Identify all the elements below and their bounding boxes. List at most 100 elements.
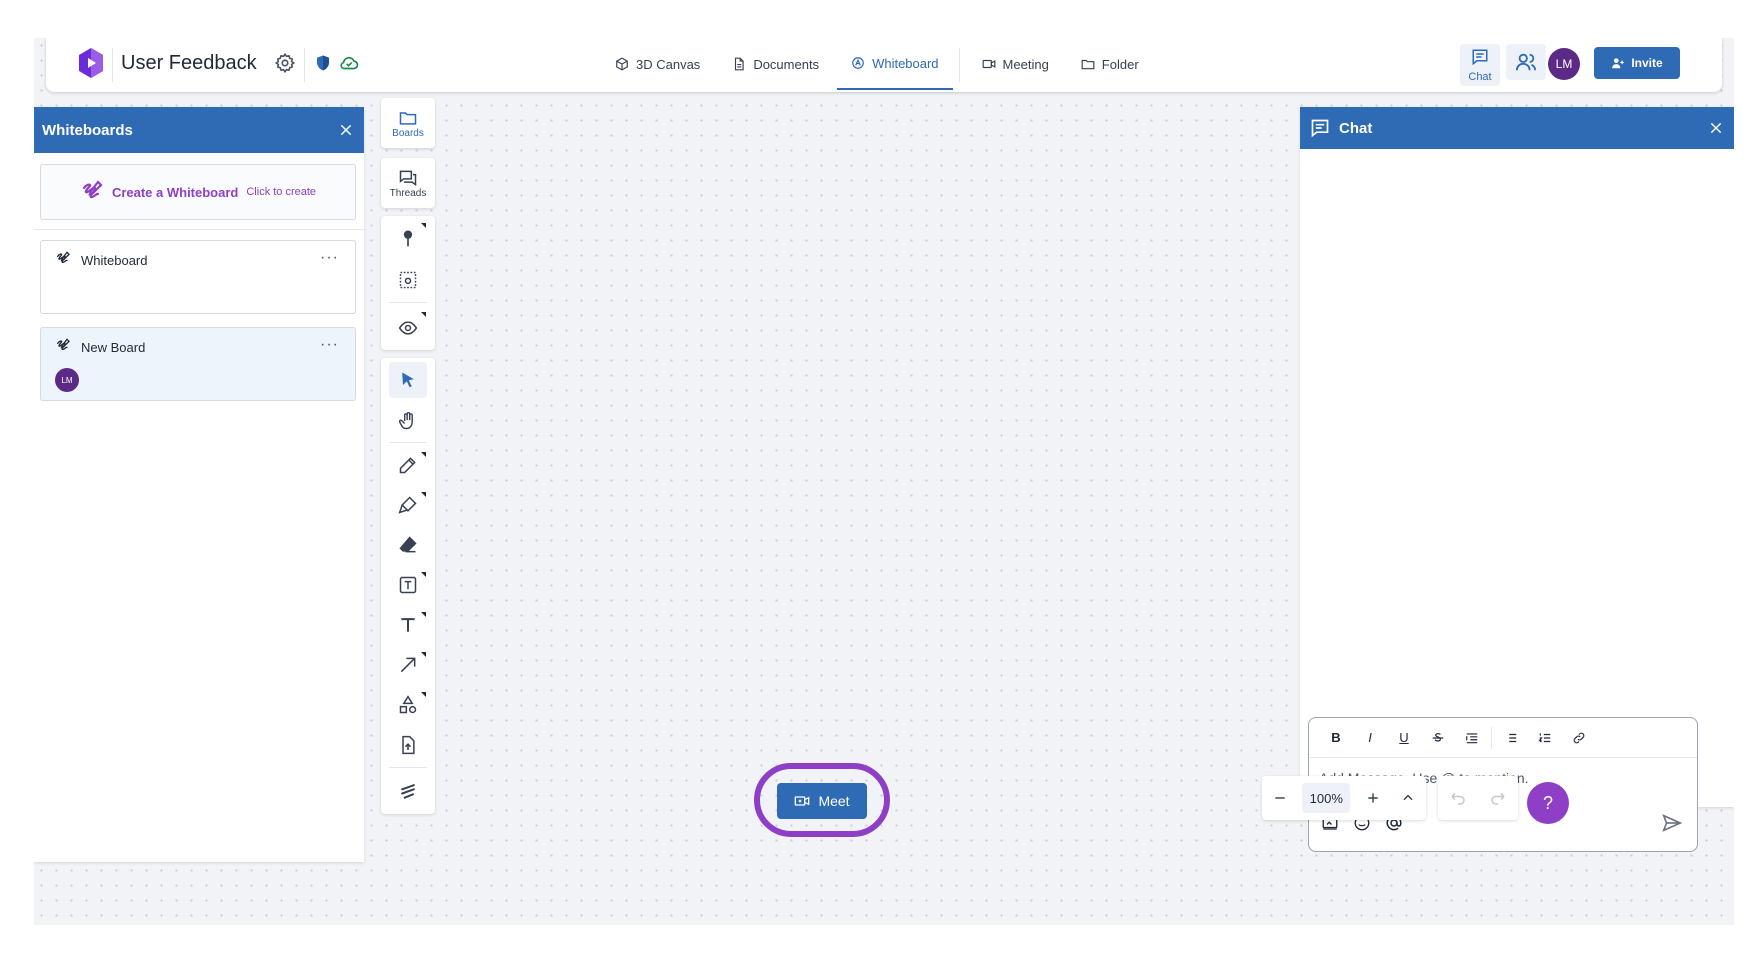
header-divider: [112, 48, 113, 82]
shapes-tool[interactable]: [381, 685, 435, 725]
rail-divider: [389, 767, 427, 768]
chat-header: Chat: [1300, 107, 1734, 149]
tab-label: Folder: [1101, 56, 1139, 72]
text-box-tool[interactable]: [381, 565, 435, 605]
redo-icon[interactable]: [1489, 789, 1507, 807]
folder-icon: [399, 111, 417, 125]
create-whiteboard-icon: [82, 180, 103, 199]
arrow-tool[interactable]: [381, 645, 435, 685]
zoom-menu-button[interactable]: [1395, 785, 1421, 811]
invite-button[interactable]: Invite: [1594, 47, 1680, 79]
tab-3d-canvas[interactable]: 3D Canvas: [601, 38, 714, 90]
numbered-list-button[interactable]: [1528, 724, 1562, 752]
gear-icon[interactable]: [274, 52, 296, 74]
rail-threads-box: Threads: [381, 158, 435, 208]
whiteboards-panel: Whiteboards Create a Whiteboard Click to…: [34, 107, 364, 862]
chevron-up-icon: [1403, 794, 1413, 801]
view-tool[interactable]: [381, 305, 435, 351]
zoom-controls: 100%: [1262, 776, 1426, 820]
blockquote-button[interactable]: [1455, 724, 1489, 752]
pencil-tool[interactable]: [381, 445, 435, 485]
zoom-level[interactable]: 100%: [1302, 783, 1351, 813]
create-whiteboard-button[interactable]: Create a Whiteboard Click to create: [40, 164, 356, 220]
highlighter-tool[interactable]: [381, 485, 435, 525]
tab-documents[interactable]: Documents: [718, 38, 833, 90]
undo-icon[interactable]: [1449, 789, 1467, 807]
help-button[interactable]: ?: [1527, 782, 1569, 824]
upload-tool[interactable]: [381, 725, 435, 765]
toolbar-divider: [1491, 726, 1492, 749]
whiteboard-icon: [852, 57, 864, 69]
bold-button[interactable]: B: [1319, 724, 1353, 752]
plus-icon: [1368, 793, 1378, 803]
minus-icon: [1275, 797, 1285, 799]
document-icon: [735, 57, 744, 71]
strikethrough-icon: [1432, 732, 1444, 742]
send-icon[interactable]: [1661, 812, 1683, 834]
chat-icon: [1472, 49, 1488, 66]
whiteboard-doodle-icon: [57, 338, 70, 351]
cloud-check-icon[interactable]: [338, 52, 360, 74]
tab-meeting[interactable]: Meeting: [968, 38, 1063, 90]
project-title: User Feedback: [121, 52, 257, 74]
chat-icon: [1311, 119, 1329, 138]
strikethrough-button[interactable]: [1421, 724, 1455, 752]
boards-label: Boards: [392, 127, 424, 139]
close-icon[interactable]: [1708, 120, 1724, 136]
eraser-tool[interactable]: [381, 525, 435, 565]
select-tool[interactable]: [389, 362, 427, 398]
close-icon[interactable]: [338, 122, 354, 138]
board-item-new-board[interactable]: New Board ··· LM: [40, 327, 356, 401]
tab-folder[interactable]: Folder: [1067, 38, 1153, 90]
submenu-indicator: [421, 452, 426, 457]
upload-icon: [402, 735, 415, 755]
participants-button[interactable]: [1506, 44, 1546, 80]
area-capture-icon: [399, 271, 417, 289]
hand-icon: [398, 412, 413, 430]
app-window: User Feedback 3D Canvas Documents Whiteb…: [34, 38, 1734, 925]
header-divider: [304, 48, 305, 82]
threads-button[interactable]: Threads: [381, 158, 435, 208]
tab-whiteboard[interactable]: Whiteboard: [837, 38, 953, 90]
top-header: User Feedback 3D Canvas Documents Whiteb…: [46, 38, 1722, 92]
numbered-list-icon: [1538, 732, 1551, 742]
underline-button[interactable]: U: [1387, 724, 1421, 752]
create-title: Create a Whiteboard: [111, 184, 239, 200]
shield-icon[interactable]: [314, 52, 332, 74]
hand-tool[interactable]: [381, 402, 435, 440]
chat-toggle-button[interactable]: Chat: [1460, 44, 1500, 86]
area-capture-tool[interactable]: [381, 260, 435, 300]
chat-toggle-label: Chat: [1468, 71, 1492, 83]
clear-icon: [401, 784, 415, 799]
zoom-out-button[interactable]: [1267, 785, 1293, 811]
pin-icon: [403, 230, 413, 247]
boards-button[interactable]: Boards: [381, 98, 435, 148]
clear-tool[interactable]: [381, 770, 435, 812]
more-options-icon[interactable]: ···: [320, 249, 339, 267]
whiteboard-doodle-icon: [57, 251, 70, 264]
submenu-indicator: [421, 652, 426, 657]
link-button[interactable]: [1562, 724, 1596, 752]
bullet-list-icon: [1506, 733, 1517, 742]
invite-label: Invite: [1631, 56, 1663, 70]
board-name: New Board: [81, 340, 146, 355]
meet-button[interactable]: Meet: [777, 783, 867, 819]
create-subtitle: Click to create: [246, 186, 317, 198]
formatting-toolbar: B I U: [1309, 718, 1697, 758]
pin-tool[interactable]: [381, 216, 435, 260]
rail-view-tools: [381, 216, 435, 350]
chat-panel: Chat B I U: [1300, 107, 1734, 852]
submenu-indicator: [421, 612, 426, 617]
blockquote-icon: [1466, 732, 1478, 743]
avatar[interactable]: LM: [1548, 48, 1580, 80]
chat-title: Chat: [1339, 119, 1373, 137]
more-options-icon[interactable]: ···: [320, 336, 339, 354]
italic-button[interactable]: I: [1353, 724, 1387, 752]
arrow-icon: [400, 657, 416, 673]
board-item-whiteboard[interactable]: Whiteboard ···: [40, 240, 356, 314]
text-tool[interactable]: [381, 605, 435, 645]
bullet-list-button[interactable]: [1494, 724, 1528, 752]
app-logo-icon[interactable]: [78, 47, 104, 79]
pencil-icon: [399, 457, 416, 474]
zoom-in-button[interactable]: [1360, 785, 1386, 811]
